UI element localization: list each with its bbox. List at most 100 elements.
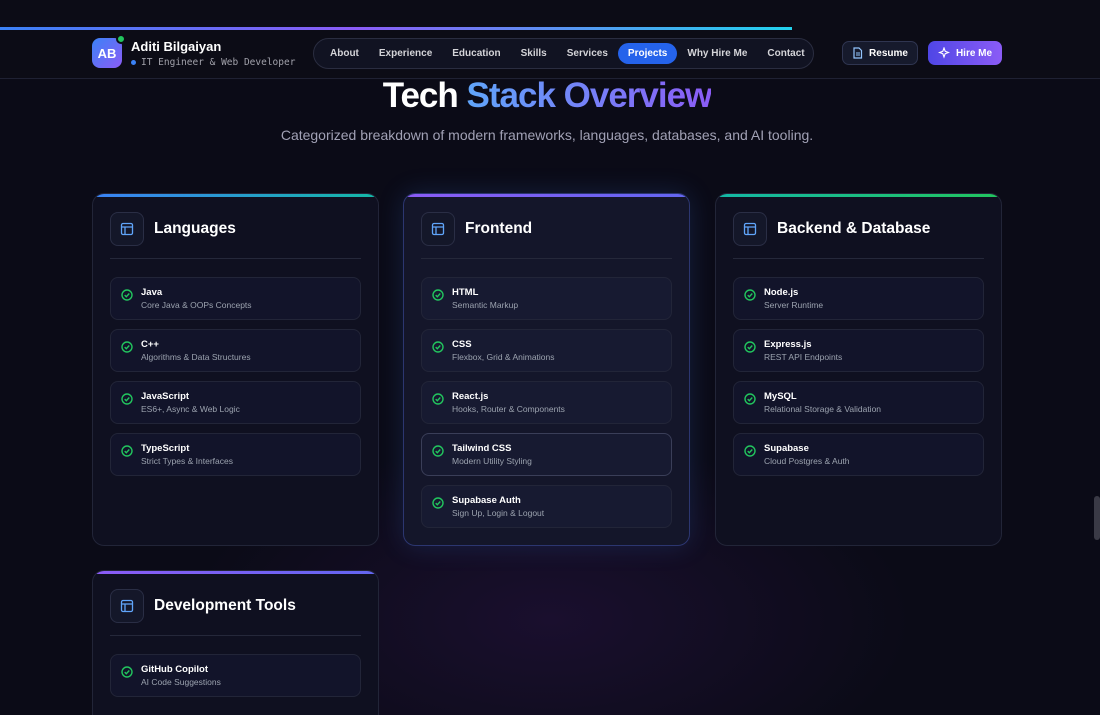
layout-icon (120, 599, 134, 613)
card-divider (421, 258, 672, 259)
tech-item-desc: Core Java & OOPs Concepts (141, 300, 252, 310)
check-circle-icon (744, 445, 756, 457)
nav-item-services[interactable]: Services (557, 43, 618, 64)
tech-item[interactable]: TypeScript Strict Types & Interfaces (110, 433, 361, 476)
tech-item-name: JavaScript (141, 391, 190, 402)
nav-item-projects[interactable]: Projects (617, 43, 678, 64)
nav-item-education[interactable]: Education (442, 43, 510, 64)
card-accent-bar (93, 194, 378, 197)
card-icon (733, 212, 767, 246)
check-circle-icon (121, 445, 133, 457)
nav-item-about[interactable]: About (320, 43, 369, 64)
card-divider (110, 258, 361, 259)
nav-item-skills[interactable]: Skills (511, 43, 557, 64)
tech-item-name: MySQL (764, 391, 797, 402)
document-icon (853, 47, 863, 59)
tech-item[interactable]: HTML Semantic Markup (421, 277, 672, 320)
check-circle-icon (121, 666, 133, 678)
card-icon (110, 212, 144, 246)
check-circle-icon (432, 289, 444, 301)
role-dot (131, 59, 136, 65)
card-icon (110, 589, 144, 623)
hire-me-button[interactable]: Hire Me (928, 41, 1002, 65)
tech-item-name: Java (141, 287, 163, 298)
tech-item[interactable]: MySQL Relational Storage & Validation (733, 381, 984, 424)
tech-item-name: HTML (452, 287, 479, 298)
card-accent-bar (404, 194, 689, 197)
section-title-part1: Tech (382, 76, 459, 115)
section-title-part2: Stack Overview (466, 76, 713, 115)
brand-name: Aditi Bilgaiyan (131, 38, 222, 54)
category-card-backend-database: Backend & Database Node.js Server Runtime E… (715, 193, 1002, 546)
tech-item[interactable]: JavaScript ES6+, Async & Web Logic (110, 381, 361, 424)
tech-item-name: Tailwind CSS (452, 443, 512, 454)
tech-item-name: TypeScript (141, 443, 190, 454)
tech-item-name: Supabase Auth (452, 495, 521, 506)
tech-item-desc: ES6+, Async & Web Logic (141, 404, 240, 414)
check-circle-icon (744, 289, 756, 301)
tech-item-name: Express.js (764, 339, 812, 350)
nav-item-why-hire-me[interactable]: Why Hire Me (677, 43, 757, 64)
check-circle-icon (121, 289, 133, 301)
card-divider (110, 635, 361, 636)
brand-role: IT Engineer & Web Developer (141, 56, 296, 68)
check-circle-icon (121, 341, 133, 353)
tech-item-name: Node.js (764, 287, 799, 298)
brand[interactable]: AB Aditi Bilgaiyan IT Engineer & Web Dev… (92, 34, 296, 68)
resume-label: Resume (869, 47, 908, 59)
card-title: Languages (154, 220, 236, 237)
category-card-frontend: Frontend HTML Semantic Markup CSS Flexbox, G… (403, 193, 690, 546)
tech-item-desc: Semantic Markup (452, 300, 519, 310)
card-title: Backend & Database (777, 220, 931, 237)
tech-item-name: C++ (141, 339, 159, 350)
check-circle-icon (744, 341, 756, 353)
tech-item-desc: Modern Utility Styling (452, 456, 532, 466)
tech-item[interactable]: GitHub Copilot AI Code Suggestions (110, 654, 361, 697)
tech-item[interactable]: Supabase Auth Sign Up, Login & Logout (421, 485, 672, 528)
tech-item[interactable]: CSS Flexbox, Grid & Animations (421, 329, 672, 372)
tech-item-desc: Hooks, Router & Components (452, 404, 565, 414)
nav-item-contact[interactable]: Contact (757, 43, 814, 64)
tech-item-name: GitHub Copilot (141, 664, 209, 675)
card-title: Frontend (465, 220, 533, 237)
check-circle-icon (432, 497, 444, 509)
tech-item[interactable]: Java Core Java & OOPs Concepts (110, 277, 361, 320)
tech-item-desc: Server Runtime (764, 300, 824, 310)
nav-item-experience[interactable]: Experience (369, 43, 442, 64)
tech-item-name: Supabase (764, 443, 809, 454)
section-title: Tech Stack Overview (0, 76, 1094, 116)
avatar-initials: AB (97, 45, 117, 61)
hire-me-label: Hire Me (955, 47, 993, 59)
check-circle-icon (432, 341, 444, 353)
tech-item-desc: Algorithms & Data Structures (141, 352, 251, 362)
card-accent-bar (716, 194, 1001, 197)
tech-item-name: CSS (452, 339, 472, 350)
tech-item-name: React.js (452, 391, 489, 402)
category-card-languages: Languages Java Core Java & OOPs Concepts C+… (92, 193, 379, 546)
check-circle-icon (744, 393, 756, 405)
online-status-dot (116, 34, 126, 44)
tech-item-desc: Flexbox, Grid & Animations (452, 352, 555, 362)
layout-icon (743, 222, 757, 236)
tech-item[interactable]: Express.js REST API Endpoints (733, 329, 984, 372)
category-card-development-tools: Development Tools GitHub Copilot AI Code S… (92, 570, 379, 715)
section-subtitle: Categorized breakdown of modern framewor… (280, 127, 814, 143)
tech-item[interactable]: Supabase Cloud Postgres & Auth (733, 433, 984, 476)
tech-item[interactable]: C++ Algorithms & Data Structures (110, 329, 361, 372)
tech-item-desc: Cloud Postgres & Auth (764, 456, 850, 466)
scroll-progress-bar (0, 27, 792, 30)
card-title: Development Tools (154, 597, 296, 614)
tech-item-desc: Sign Up, Login & Logout (452, 508, 545, 518)
card-divider (733, 258, 984, 259)
tech-item-desc: Relational Storage & Validation (764, 404, 882, 414)
check-circle-icon (432, 393, 444, 405)
layout-icon (431, 222, 445, 236)
resume-button[interactable]: Resume (842, 41, 918, 65)
page-scrollbar[interactable] (1094, 496, 1100, 540)
tech-item[interactable]: React.js Hooks, Router & Components (421, 381, 672, 424)
tech-item-desc: REST API Endpoints (764, 352, 843, 362)
tech-item[interactable]: Tailwind CSS Modern Utility Styling (421, 433, 672, 476)
card-icon (421, 212, 455, 246)
tech-item[interactable]: Node.js Server Runtime (733, 277, 984, 320)
main-nav: About Experience Education Skills Services Pr… (313, 38, 814, 69)
